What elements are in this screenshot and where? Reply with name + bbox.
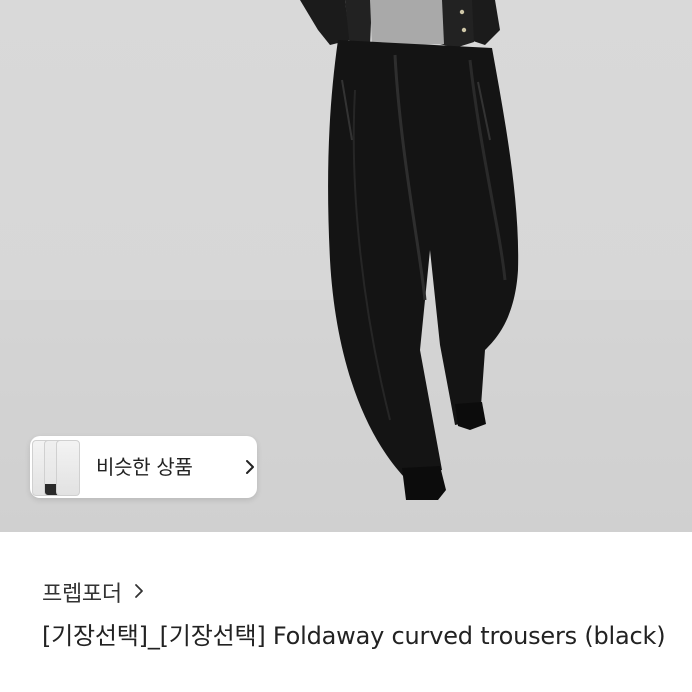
similar-thumbnails [30,436,80,498]
product-title: [기장선택]_[기장선택] Foldaway curved trousers (… [42,622,666,650]
product-image[interactable]: 비슷한 상품 [0,0,692,532]
shop-name: 프렙포더 [42,582,122,607]
shop-link[interactable]: 프렙포더 [42,574,144,610]
chevron-right-icon [134,583,144,603]
similar-thumbnail [56,440,80,496]
similar-products-button[interactable]: 비슷한 상품 [30,436,257,498]
similar-products-label: 비슷한 상품 [96,455,193,479]
